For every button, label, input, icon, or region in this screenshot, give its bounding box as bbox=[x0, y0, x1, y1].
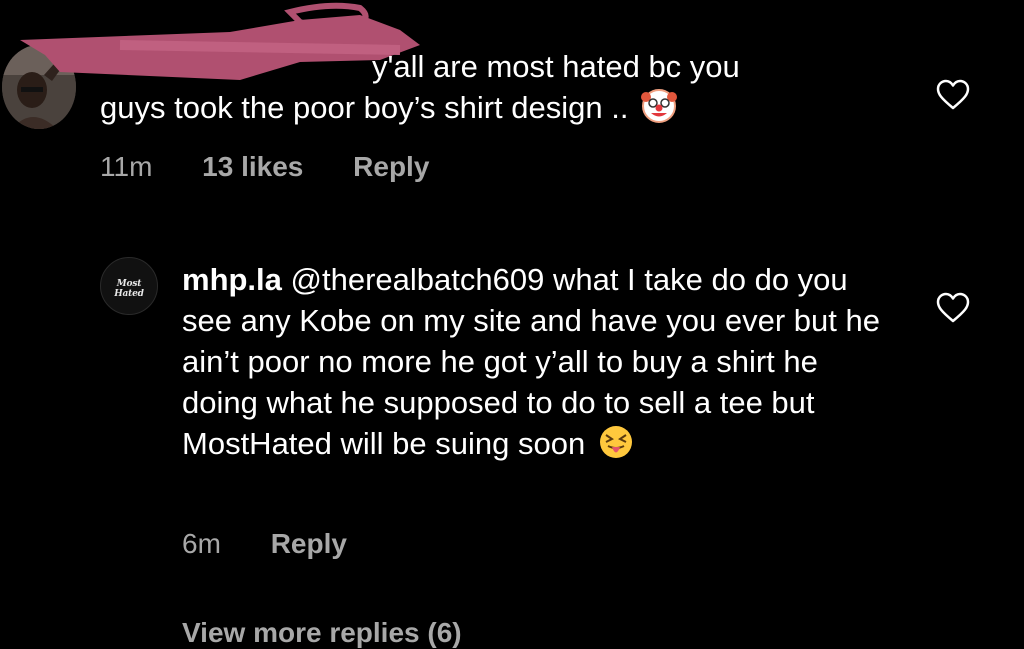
reply-username[interactable]: mhp.la bbox=[182, 262, 282, 297]
reply-timestamp: 6m bbox=[182, 528, 221, 559]
comment-line-1: y'all are most hated bc you bbox=[372, 49, 740, 84]
comment-text: y'all are most hated bc you guys took th… bbox=[100, 46, 880, 128]
reply-mention[interactable]: @therealbatch609 bbox=[291, 262, 545, 297]
comment-meta: 11m 13 likes Reply bbox=[100, 151, 429, 183]
view-more-replies-link[interactable]: View more replies (6) bbox=[182, 617, 462, 649]
mhp-avatar[interactable]: Most Hated bbox=[100, 257, 158, 315]
heart-icon[interactable] bbox=[936, 79, 970, 111]
reply-meta: 6m Reply bbox=[182, 528, 347, 560]
heart-icon[interactable] bbox=[936, 292, 970, 324]
most-hated-logo: Most Hated bbox=[114, 279, 144, 299]
reply-button[interactable]: Reply bbox=[353, 151, 429, 183]
reply-reply-button[interactable]: Reply bbox=[271, 528, 347, 560]
likes-count[interactable]: 13 likes bbox=[202, 151, 303, 183]
comment-timestamp: 11m bbox=[100, 151, 153, 182]
comment-line-2: guys took the poor boy’s shirt design .. bbox=[100, 90, 629, 125]
reply-text: mhp.la @therealbatch609 what I take do d… bbox=[182, 259, 902, 464]
clown-face-emoji bbox=[641, 89, 678, 123]
squinting-face-with-tongue-emoji bbox=[599, 426, 632, 458]
